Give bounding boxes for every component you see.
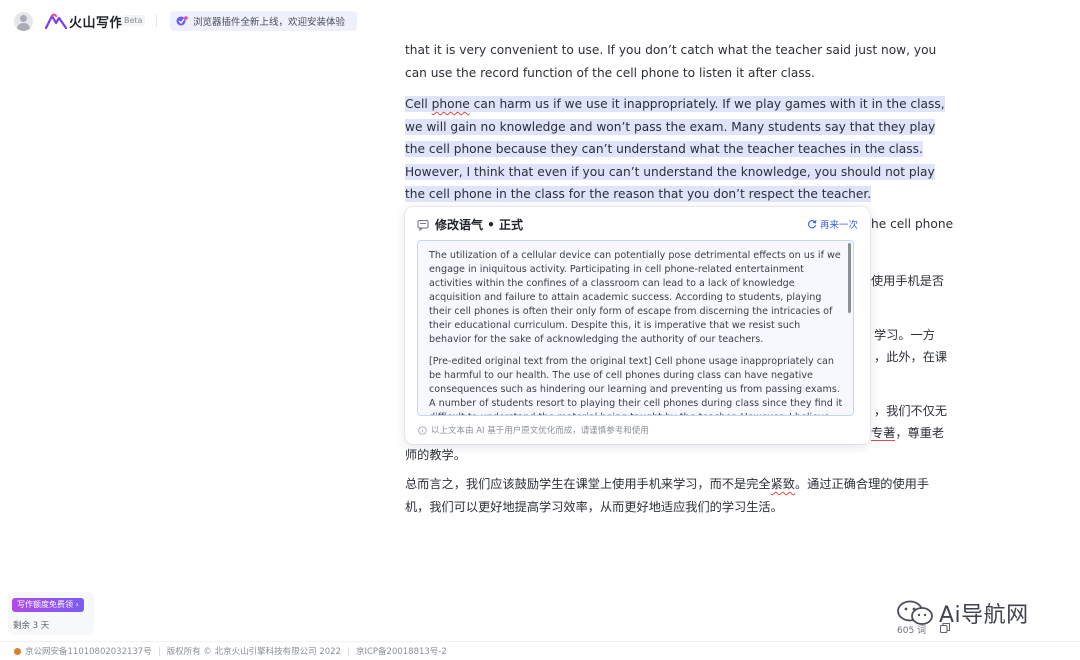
fragment-cn-4: ，我们不仅无 <box>874 404 948 418</box>
quota-panel: 写作额度免费领 › 剩余 3 天 <box>8 592 94 635</box>
paragraph-1[interactable]: that it is very convenient to use. If yo… <box>405 39 945 84</box>
fragment-cn-1: 使用手机是否 <box>871 274 945 288</box>
copy-icon[interactable] <box>939 622 951 634</box>
refresh-icon <box>807 220 817 229</box>
popup-title: 修改语气 • 正式 <box>435 218 524 232</box>
fragment-cn-3: ，此外，在课 <box>874 350 948 364</box>
footer-police[interactable]: 京公网安备11010802032137号 <box>25 645 152 657</box>
paragraph-2-rest: can harm us if we use it inappropriately… <box>405 97 945 202</box>
retry-button[interactable]: 再来一次 <box>807 217 858 231</box>
suggestion-scrollbar[interactable] <box>848 243 851 313</box>
footer-copyright: 版权所有 © 北京火山引擎科技有限公司 2022 <box>166 647 341 657</box>
rewrite-suggestion-popup: 修改语气 • 正式 再来一次 The utilization of a cell… <box>405 207 870 444</box>
flagged-word-cn-2[interactable]: 紧致 <box>771 477 795 491</box>
quota-remaining: 剩余 3 天 <box>13 621 50 631</box>
suggestion-formal[interactable]: The utilization of a cellular device can… <box>429 249 844 347</box>
paragraph-cn-end[interactable]: 师的教学。 <box>405 444 945 467</box>
watermark-text: Ai导航网 <box>939 603 1029 628</box>
header-divider <box>156 15 157 27</box>
disclaimer-text: 以上文本由 AI 基于用户原文优化而成，请谨慎参考和使用 <box>431 426 649 436</box>
writing-app: 火山写作 Beta 浏览器插件全新上线，欢迎安装体验 that it is ve… <box>0 0 1080 660</box>
flagged-word-cn[interactable]: 专著 <box>871 426 896 441</box>
fragment-cell-phone: he cell phone <box>871 217 954 231</box>
plugin-icon <box>176 16 188 26</box>
suggestion-original[interactable]: [Pre-edited original text from the origi… <box>429 355 844 415</box>
suggestion-text: The utilization of a cellular device can… <box>429 249 844 415</box>
top-bar: 火山写作 Beta 浏览器插件全新上线，欢迎安装体验 <box>0 0 380 42</box>
word-count: 605 词 <box>897 626 927 636</box>
free-quota-button[interactable]: 写作额度免费领 › <box>12 598 84 612</box>
paragraph-1-text: that it is very convenient to use. If yo… <box>405 43 937 80</box>
volcano-logo-icon <box>45 13 67 29</box>
paragraph-cn-end-text: 师的教学。 <box>405 448 466 462</box>
paragraph-2-selected[interactable]: Cell phone can harm us if we use it inap… <box>405 93 945 206</box>
paragraph-cn-final[interactable]: 总而言之，我们应该鼓励学生在课堂上使用手机来学习，而不是完全紧致。通过正确合理的… <box>405 473 945 518</box>
avatar[interactable] <box>14 12 33 31</box>
footer-icp[interactable]: 京ICP备20018813号-2 <box>356 645 447 657</box>
announcement-text: 浏览器插件全新上线，欢迎安装体验 <box>193 17 346 28</box>
beta-badge: Beta <box>121 15 146 26</box>
selection-highlight: Cell phone can harm us if we use it inap… <box>405 96 945 203</box>
info-icon <box>418 425 427 435</box>
retry-label: 再来一次 <box>819 220 858 231</box>
popup-header: 修改语气 • 正式 <box>417 216 523 233</box>
comment-icon <box>417 219 429 231</box>
paragraph-cn-final-start: 总而言之，我们应该鼓励学生在课堂上使用手机来学习，而不是完全 <box>405 477 771 491</box>
announcement-banner[interactable]: 浏览器插件全新上线，欢迎安装体验 <box>170 11 357 31</box>
footer-divider <box>347 646 349 656</box>
paragraph-2-start: Cell <box>405 97 432 111</box>
fragment-cn-2: 学习。一方 <box>874 328 935 342</box>
avatar-head-shape <box>20 15 27 22</box>
suggestion-box[interactable]: The utilization of a cellular device can… <box>417 240 854 416</box>
brand-name: 火山写作 <box>69 16 124 31</box>
avatar-body-shape <box>17 23 30 31</box>
ai-disclaimer: 以上文本由 AI 基于用户原文优化而成，请谨慎参考和使用 <box>418 424 649 436</box>
fragment-cn-5: 专著，尊重老 <box>871 423 944 441</box>
footer: 京公网安备11010802032137号 版权所有 © 北京火山引擎科技有限公司… <box>0 641 1080 660</box>
paragraph-2-text: Cell phone can harm us if we use it inap… <box>405 93 945 206</box>
paragraph-cn-final-text: 总而言之，我们应该鼓励学生在课堂上使用手机来学习，而不是完全紧致。通过正确合理的… <box>405 473 945 518</box>
footer-divider <box>158 646 160 656</box>
flagged-word[interactable]: phone <box>432 97 470 111</box>
police-badge-icon <box>14 647 21 655</box>
fragment-cn-5-rest: ，尊重老 <box>895 426 945 440</box>
